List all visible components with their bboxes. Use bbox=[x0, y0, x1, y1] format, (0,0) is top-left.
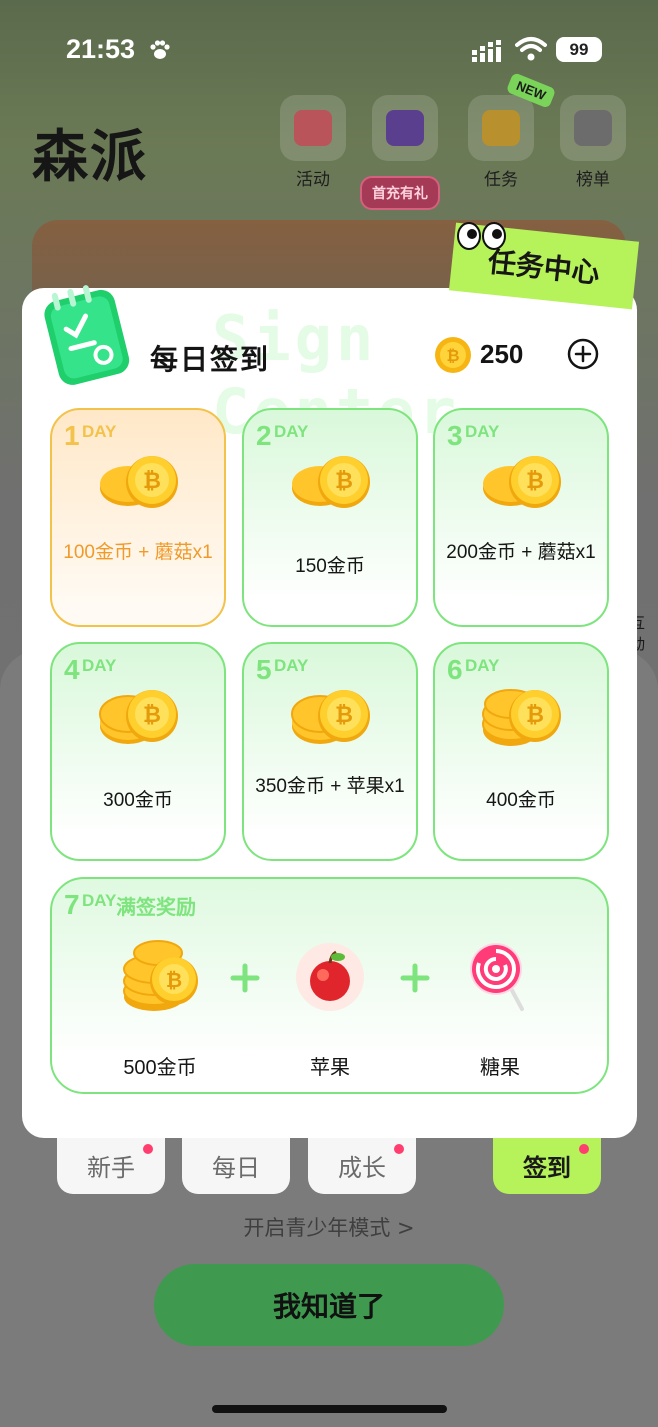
day-card-4[interactable]: 4 DAY ₿ 300金币 bbox=[50, 642, 226, 861]
coin-stack-icon: ₿ bbox=[123, 940, 198, 1011]
day-card-6[interactable]: 6 DAY ₿ 400金币 bbox=[433, 642, 609, 861]
gift-box-icon bbox=[294, 110, 332, 146]
first-pay-badge[interactable]: 首充有礼 bbox=[360, 176, 440, 210]
day-card-3[interactable]: 3 DAY ₿ 200金币 + 蘑菇x1 bbox=[433, 408, 609, 627]
coin-icon: ₿ bbox=[435, 337, 471, 373]
add-coins-icon[interactable] bbox=[567, 338, 599, 370]
notification-dot bbox=[394, 1144, 404, 1154]
lollipop-icon bbox=[470, 943, 524, 1011]
top-nav-tasks[interactable]: 任务 bbox=[466, 95, 536, 190]
paw-icon bbox=[150, 40, 170, 59]
plus-icon bbox=[400, 963, 430, 993]
leaderboard-icon bbox=[574, 110, 612, 146]
modal-title: 每日签到 bbox=[150, 343, 271, 376]
svg-text:₿: ₿ bbox=[335, 468, 353, 493]
teen-mode-link[interactable]: 开启青少年模式 > bbox=[0, 1212, 658, 1242]
app-title: 森派 bbox=[32, 124, 148, 190]
svg-text:₿: ₿ bbox=[526, 702, 544, 727]
day-card-2[interactable]: 2 DAY ₿ 150金币 bbox=[242, 408, 418, 627]
daily-signin-modal: Sign Center 每日签到 ₿ 250 1 DAY ₿ 100金币 + 蘑… bbox=[22, 288, 637, 1138]
coins-icon: ₿ bbox=[483, 456, 561, 508]
svg-text:₿: ₿ bbox=[526, 468, 544, 493]
day-reward: 350金币 + 苹果x1 bbox=[255, 776, 405, 797]
home-indicator bbox=[212, 1405, 447, 1413]
treasure-chest-icon bbox=[386, 110, 424, 146]
confirm-button[interactable]: 我知道了 bbox=[154, 1264, 504, 1346]
top-nav-recharge[interactable] bbox=[370, 95, 440, 165]
top-nav-leaderboard[interactable]: 榜单 bbox=[558, 95, 628, 190]
svg-text:₿: ₿ bbox=[335, 702, 353, 727]
day-card-5[interactable]: 5 DAY ₿ 350金币 + 苹果x1 bbox=[242, 642, 418, 861]
reward-coins: ₿ 500金币 bbox=[100, 935, 220, 1079]
wifi-icon bbox=[515, 37, 547, 61]
coins-icon: ₿ bbox=[292, 456, 370, 508]
apple-icon bbox=[296, 943, 364, 1011]
top-nav-activity[interactable]: 活动 bbox=[278, 95, 348, 190]
svg-text:₿: ₿ bbox=[143, 702, 161, 727]
status-bar: 21:53 99 bbox=[0, 0, 658, 100]
tab-growth[interactable]: 成长 bbox=[308, 1136, 416, 1194]
svg-text:₿: ₿ bbox=[446, 347, 459, 365]
day-card-7[interactable]: 7 DAY 满签奖励 ₿ 500金币 苹果 糖果 bbox=[50, 877, 609, 1094]
notification-dot bbox=[143, 1144, 153, 1154]
day-card-1[interactable]: 1 DAY ₿ 100金币 + 蘑菇x1 bbox=[50, 408, 226, 627]
coins-icon: ₿ bbox=[100, 456, 178, 508]
signal-icon bbox=[472, 40, 501, 62]
reward-lollipop: 糖果 bbox=[440, 935, 560, 1079]
day-reward: 300金币 bbox=[103, 790, 173, 811]
tab-daily[interactable]: 每日 bbox=[182, 1136, 290, 1194]
tab-signin[interactable]: 签到 bbox=[493, 1136, 601, 1194]
eyes-icon bbox=[457, 222, 506, 250]
reward-apple: 苹果 bbox=[270, 935, 390, 1079]
coins-icon: ₿ bbox=[99, 690, 178, 744]
coin-balance: 250 bbox=[480, 339, 524, 369]
battery-indicator: 99 bbox=[556, 37, 602, 62]
day-reward: 200金币 + 蘑菇x1 bbox=[446, 542, 596, 563]
full-signin-reward-label: 满签奖励 bbox=[116, 895, 196, 919]
notification-dot bbox=[579, 1144, 589, 1154]
calendar-check-icon bbox=[482, 110, 520, 146]
tab-newbie[interactable]: 新手 bbox=[57, 1136, 165, 1194]
day-reward: 100金币 + 蘑菇x1 bbox=[63, 542, 213, 563]
notebook-icon bbox=[44, 285, 130, 385]
coins-icon: ₿ bbox=[482, 689, 561, 746]
day-reward: 150金币 bbox=[295, 556, 365, 577]
coins-icon: ₿ bbox=[291, 690, 370, 744]
svg-text:₿: ₿ bbox=[143, 468, 161, 493]
plus-icon bbox=[230, 963, 260, 993]
status-time: 21:53 bbox=[66, 34, 136, 64]
svg-text:₿: ₿ bbox=[166, 970, 182, 992]
day-reward: 400金币 bbox=[486, 790, 556, 811]
